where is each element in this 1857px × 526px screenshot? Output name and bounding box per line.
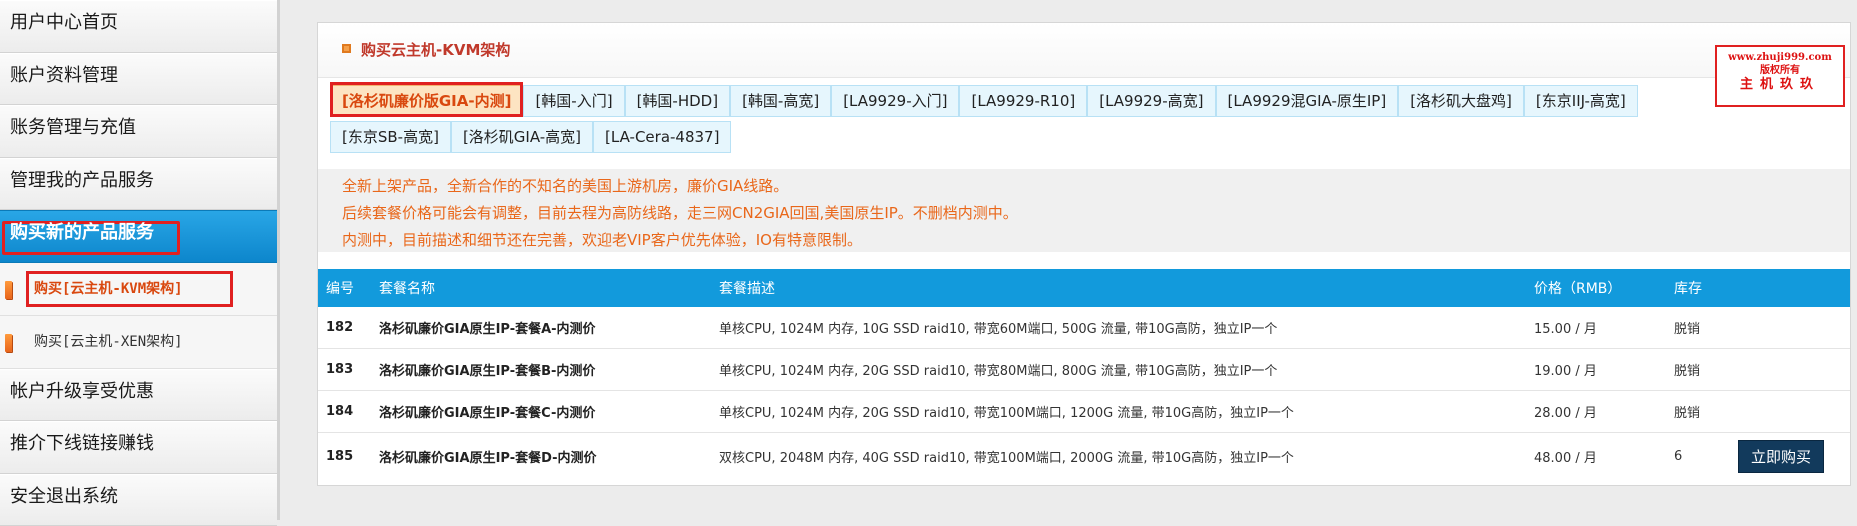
cell-id: 183 xyxy=(318,349,371,391)
tab-la-big-disk[interactable]: [洛杉矶大盘鸡] xyxy=(1398,85,1524,117)
sidebar-subitem-buy-kvm[interactable]: 购买[云主机-KVM架构] xyxy=(0,263,277,316)
table-row: 183 洛杉矶廉价GIA原生IP-套餐B-内测价 单核CPU, 1024M 内存… xyxy=(318,349,1850,391)
tab-label: [LA-Cera-4837] xyxy=(605,128,719,146)
cell-id: 182 xyxy=(318,307,371,349)
sidebar-item-label: 安全退出系统 xyxy=(10,486,118,507)
tab-label: [LA9929混GIA-原生IP] xyxy=(1228,92,1387,110)
tab-label: [东京SB-高宽] xyxy=(342,128,439,146)
cell-price: 19.00 / 月 xyxy=(1526,349,1666,391)
plan-table: 编号 套餐名称 套餐描述 价格（RMB） 库存 182 洛杉矶廉价GIA原生IP… xyxy=(318,269,1850,479)
product-notice: 全新上架产品，全新合作的不知名的美国上游机房，廉价GIA线路。 后续套餐价格可能… xyxy=(318,169,1850,252)
cell-id: 184 xyxy=(318,391,371,433)
highlight-box xyxy=(26,271,233,307)
tab-label: [LA9929-R10] xyxy=(971,92,1075,110)
tab-label: [韩国-入门] xyxy=(535,92,612,110)
sidebar: 用户中心首页 账户资料管理 账务管理与充值 管理我的产品服务 购买新的产品服务 … xyxy=(0,0,280,520)
tab-la9929-entry[interactable]: [LA9929-入门] xyxy=(831,85,959,117)
col-header-price: 价格（RMB） xyxy=(1526,269,1666,307)
sidebar-item-label: 账户资料管理 xyxy=(10,65,118,86)
sidebar-item-user-home[interactable]: 用户中心首页 xyxy=(0,0,277,53)
cell-desc: 单核CPU, 1024M 内存, 20G SSD raid10, 带宽100M端… xyxy=(711,391,1526,433)
notice-line: 内测中，目前描述和细节还在完善，欢迎老VIP客户优先体验，IO有特意限制。 xyxy=(342,227,1850,254)
cell-stock: 脱销 xyxy=(1666,391,1730,433)
sidebar-item-buy-products[interactable]: 购买新的产品服务 xyxy=(0,210,277,263)
watermark-copyright: 版权所有 xyxy=(1717,65,1843,78)
cell-stock: 6 xyxy=(1666,433,1730,480)
col-header-action xyxy=(1730,269,1850,307)
bullet-icon xyxy=(5,334,12,352)
col-header-name: 套餐名称 xyxy=(371,269,711,307)
cell-action xyxy=(1730,307,1850,349)
tab-tokyo-iij[interactable]: [东京IIJ-高宽] xyxy=(1524,85,1638,117)
highlight-box xyxy=(330,82,523,117)
panel-header: 购买云主机-KVM架构 xyxy=(318,23,1850,78)
product-tabs: [洛杉矶廉价版GIA-内测] [韩国-入门] [韩国-HDD] [韩国-高宽] … xyxy=(330,85,1715,157)
sidebar-item-billing[interactable]: 账务管理与充值 xyxy=(0,105,277,158)
col-header-desc: 套餐描述 xyxy=(711,269,1526,307)
cell-stock: 脱销 xyxy=(1666,349,1730,391)
tab-la-cera-4837[interactable]: [LA-Cera-4837] xyxy=(593,121,731,153)
cell-price: 15.00 / 月 xyxy=(1526,307,1666,349)
cell-desc: 单核CPU, 1024M 内存, 10G SSD raid10, 带宽60M端口… xyxy=(711,307,1526,349)
sidebar-item-account-profile[interactable]: 账户资料管理 xyxy=(0,53,277,106)
cell-stock: 脱销 xyxy=(1666,307,1730,349)
sidebar-item-label: 购买新的产品服务 xyxy=(10,222,154,243)
notice-line: 全新上架产品，全新合作的不知名的美国上游机房，廉价GIA线路。 xyxy=(342,173,1850,200)
cell-name: 洛杉矶廉价GIA原生IP-套餐C-内测价 xyxy=(371,391,711,433)
sidebar-item-referral[interactable]: 推介下线链接赚钱 xyxy=(0,421,277,474)
main-panel: 购买云主机-KVM架构 www.zhuji999.com 版权所有 主机玖玖 [… xyxy=(317,22,1851,486)
tab-korea-entry[interactable]: [韩国-入门] xyxy=(523,85,624,117)
sidebar-subitem-label: 购买[云主机-XEN架构] xyxy=(34,334,183,350)
cell-desc: 单核CPU, 1024M 内存, 20G SSD raid10, 带宽80M端口… xyxy=(711,349,1526,391)
tab-korea-high-bw[interactable]: [韩国-高宽] xyxy=(730,85,831,117)
tab-label: [洛杉矶大盘鸡] xyxy=(1410,92,1512,110)
tab-tokyo-sb[interactable]: [东京SB-高宽] xyxy=(330,121,451,153)
watermark-name: 主机玖玖 xyxy=(1717,77,1843,93)
tab-label: [洛杉矶GIA-高宽] xyxy=(463,128,581,146)
notice-line: 后续套餐价格可能会有调整，目前去程为高防线路，走三网CN2GIA回国,美国原生I… xyxy=(342,200,1850,227)
cell-action: 立即购买 xyxy=(1730,433,1850,480)
tab-korea-hdd[interactable]: [韩国-HDD] xyxy=(625,85,731,117)
tab-la-gia-high-bw[interactable]: [洛杉矶GIA-高宽] xyxy=(451,121,593,153)
sidebar-subitem-buy-xen[interactable]: 购买[云主机-XEN架构] xyxy=(0,316,277,369)
watermark-stamp: www.zhuji999.com 版权所有 主机玖玖 xyxy=(1715,45,1845,107)
table-header-row: 编号 套餐名称 套餐描述 价格（RMB） 库存 xyxy=(318,269,1850,307)
tab-label: [韩国-HDD] xyxy=(637,92,719,110)
tab-label: [LA9929-高宽] xyxy=(1099,92,1203,110)
sidebar-item-my-products[interactable]: 管理我的产品服务 xyxy=(0,158,277,211)
tab-la9929-high-bw[interactable]: [LA9929-高宽] xyxy=(1087,85,1215,117)
cell-name: 洛杉矶廉价GIA原生IP-套餐A-内测价 xyxy=(371,307,711,349)
tab-la9929-r10[interactable]: [LA9929-R10] xyxy=(959,85,1087,117)
panel-title: 购买云主机-KVM架构 xyxy=(361,41,510,59)
sidebar-item-label: 账务管理与充值 xyxy=(10,117,136,138)
tab-label: [韩国-高宽] xyxy=(742,92,819,110)
cell-desc: 双核CPU, 2048M 内存, 40G SSD raid10, 带宽100M端… xyxy=(711,433,1526,480)
sidebar-item-label: 帐户升级享受优惠 xyxy=(10,381,154,402)
sidebar-item-label: 管理我的产品服务 xyxy=(10,170,154,191)
tab-label: [东京IIJ-高宽] xyxy=(1536,92,1626,110)
tab-la-budget-gia[interactable]: [洛杉矶廉价版GIA-内测] xyxy=(330,85,523,117)
cell-price: 28.00 / 月 xyxy=(1526,391,1666,433)
cell-name: 洛杉矶廉价GIA原生IP-套餐D-内测价 xyxy=(371,433,711,480)
tab-label: [LA9929-入门] xyxy=(843,92,947,110)
sidebar-item-logout[interactable]: 安全退出系统 xyxy=(0,474,277,526)
tab-la9929-gia-native-ip[interactable]: [LA9929混GIA-原生IP] xyxy=(1216,85,1399,117)
watermark-url: www.zhuji999.com xyxy=(1717,52,1843,65)
cell-id: 185 xyxy=(318,433,371,480)
buy-now-button[interactable]: 立即购买 xyxy=(1738,440,1824,473)
table-row: 185 洛杉矶廉价GIA原生IP-套餐D-内测价 双核CPU, 2048M 内存… xyxy=(318,433,1850,480)
cell-name: 洛杉矶廉价GIA原生IP-套餐B-内测价 xyxy=(371,349,711,391)
col-header-stock: 库存 xyxy=(1666,269,1730,307)
col-header-id: 编号 xyxy=(318,269,371,307)
bullet-icon xyxy=(5,281,12,299)
sidebar-item-label: 推介下线链接赚钱 xyxy=(10,433,154,454)
cell-price: 48.00 / 月 xyxy=(1526,433,1666,480)
cell-action xyxy=(1730,349,1850,391)
sidebar-item-upgrade[interactable]: 帐户升级享受优惠 xyxy=(0,369,277,422)
table-row: 184 洛杉矶廉价GIA原生IP-套餐C-内测价 单核CPU, 1024M 内存… xyxy=(318,391,1850,433)
square-bullet-icon xyxy=(342,44,351,53)
table-row: 182 洛杉矶廉价GIA原生IP-套餐A-内测价 单核CPU, 1024M 内存… xyxy=(318,307,1850,349)
cell-action xyxy=(1730,391,1850,433)
sidebar-item-label: 用户中心首页 xyxy=(10,12,118,33)
